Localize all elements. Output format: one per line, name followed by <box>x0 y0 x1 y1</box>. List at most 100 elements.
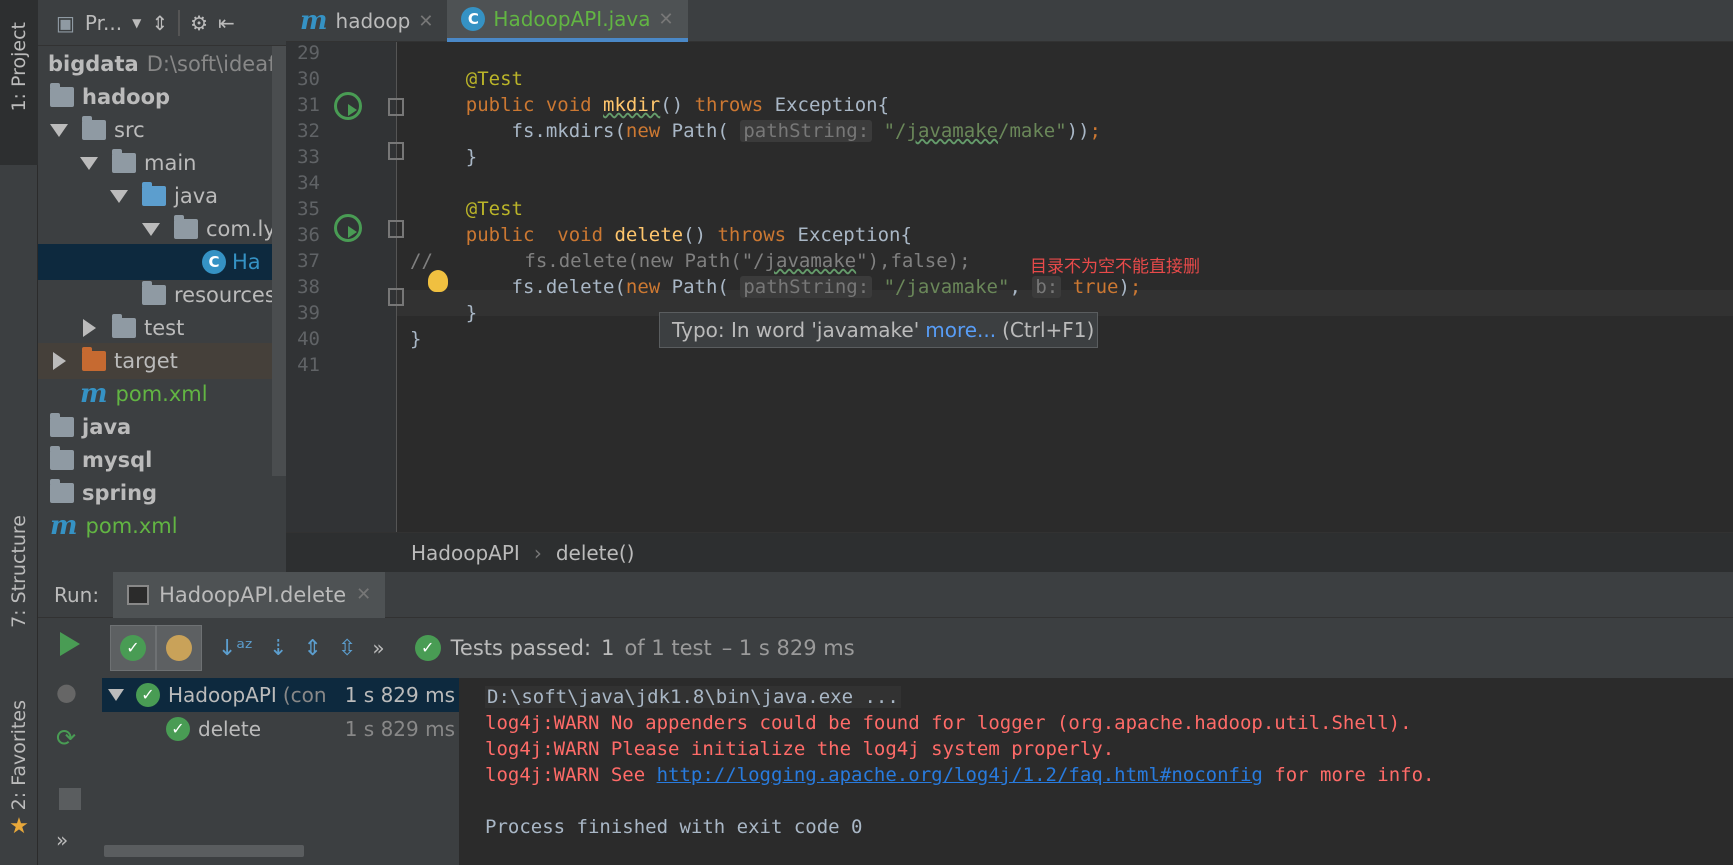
chevron-down-icon[interactable] <box>110 189 128 203</box>
chevron-right-icon: › <box>533 540 542 565</box>
tree-item-folder[interactable]: src <box>38 112 286 148</box>
lightbulb-icon[interactable] <box>428 270 448 292</box>
test-tree-scrollbar[interactable] <box>104 845 304 857</box>
code-editor[interactable]: 29 30 31 32 33 34 35 36 37 38 39 40 41 @Test public … <box>286 42 1733 532</box>
fold-icon[interactable] <box>388 98 404 116</box>
tooltip-more-link[interactable]: more... <box>925 318 996 342</box>
test-row[interactable]: ✓ HadoopAPI (con 1 s 829 ms <box>102 678 459 712</box>
line-number: 35 <box>297 198 320 220</box>
tree-item-folder[interactable]: main <box>38 145 286 181</box>
chevron-down-icon[interactable] <box>142 222 160 236</box>
chevron-down-icon[interactable] <box>80 156 98 170</box>
line-number: 31 <box>297 94 320 116</box>
console-command[interactable]: D:\soft\java\jdk1.8\bin\java.exe ... <box>485 686 901 708</box>
breadcrumb-method[interactable]: delete() <box>556 541 635 565</box>
project-scrollbar[interactable] <box>272 46 286 476</box>
breadcrumb-class[interactable]: HadoopAPI <box>411 541 520 565</box>
run-test-icon[interactable] <box>334 214 362 242</box>
ide-window: 1: Project 7: Structure 2: Favorites ★ ▣… <box>0 0 1733 865</box>
tree-item-maven[interactable]: m pom.xml <box>38 508 286 544</box>
hide-panel-icon[interactable]: ⇤ <box>218 11 235 35</box>
toggle-autotest-icon[interactable]: ⟳ <box>56 724 84 752</box>
collapse-all-icon[interactable]: ⇕ <box>151 11 168 35</box>
show-passed-button[interactable]: ✓ <box>110 625 156 671</box>
star-icon: ★ <box>9 814 29 840</box>
tab-hadoopapi[interactable]: C HadoopAPI.java ✕ <box>447 0 688 42</box>
console-line: log4j:WARN Please initialize the log4j s… <box>485 738 1115 760</box>
run-label: Run: <box>54 582 100 607</box>
run-test-icon[interactable] <box>334 92 362 120</box>
project-view-dropdown[interactable]: Pr... <box>85 11 122 35</box>
expand-all-icon[interactable]: ⇕ <box>304 636 322 661</box>
warn-suffix: for more info. <box>1262 764 1435 786</box>
tree-label: java <box>174 184 218 208</box>
collapse-all-icon[interactable]: ⇳ <box>338 636 356 661</box>
fold-icon[interactable] <box>388 142 404 160</box>
typo-tooltip: Typo: In word 'javamake' more... (Ctrl+F… <box>659 312 1098 348</box>
more-icon[interactable]: » <box>56 828 84 856</box>
rerun-failed-icon[interactable]: ● <box>56 678 84 706</box>
chevron-right-icon[interactable] <box>53 352 66 370</box>
tab-label: HadoopAPI.java <box>493 7 651 31</box>
tree-item-module[interactable]: mysql <box>38 442 286 478</box>
close-icon[interactable]: ✕ <box>356 584 371 605</box>
chevron-down-icon[interactable] <box>108 689 124 701</box>
stop-icon[interactable] <box>59 788 81 810</box>
run-panel-header: Run: HadoopAPI.delete ✕ <box>38 571 1733 618</box>
fold-icon[interactable] <box>388 288 404 306</box>
show-ignored-button[interactable] <box>156 625 202 671</box>
more-icon[interactable]: » <box>372 636 384 660</box>
chevron-down-icon[interactable] <box>50 123 68 137</box>
console-line: log4j:WARN See http://logging.apache.org… <box>485 764 1434 786</box>
sort-duration-icon[interactable]: ⇣ <box>269 636 287 661</box>
tree-item-module[interactable]: hadoop <box>38 79 286 115</box>
close-icon[interactable]: ✕ <box>418 11 433 32</box>
tree-label: java <box>82 415 132 439</box>
tree-item-class[interactable]: C Ha <box>38 244 286 280</box>
tree-label: src <box>114 118 145 142</box>
project-tool-tab[interactable]: 1: Project <box>0 0 38 165</box>
tree-item-module[interactable]: java <box>38 409 286 445</box>
line-number: 33 <box>297 146 320 168</box>
tree-item-excluded[interactable]: target <box>38 343 286 379</box>
tree-item-resources[interactable]: resources <box>38 277 286 313</box>
tree-item-source[interactable]: java <box>38 178 286 214</box>
tooltip-text: Typo: In word 'javamake' <box>672 318 920 342</box>
favorites-tool-tab[interactable]: 2: Favorites ★ <box>0 700 38 850</box>
check-icon: ✓ <box>414 635 441 661</box>
tree-item-folder[interactable]: test <box>38 310 286 346</box>
chevron-down-icon[interactable]: ▼ <box>132 16 141 30</box>
fold-icon[interactable] <box>388 220 404 238</box>
tree-label: spring <box>82 481 158 505</box>
line-number: 39 <box>297 302 320 324</box>
tree-item-maven[interactable]: m pom.xml <box>38 376 286 412</box>
test-row[interactable]: ✓ delete 1 s 829 ms <box>102 712 459 746</box>
tab-hadoop[interactable]: m hadoop ✕ <box>286 0 447 42</box>
code-line: } <box>420 146 478 168</box>
test-time: 1 s 829 ms <box>344 717 455 741</box>
class-icon: C <box>461 7 486 31</box>
project-view-icon: ▣ <box>56 10 75 35</box>
tree-item-package[interactable]: com.ly <box>38 211 286 247</box>
tree-label: hadoop <box>82 85 171 109</box>
line-number: 32 <box>297 120 320 142</box>
code-line: @Test <box>420 68 523 90</box>
maven-icon: m <box>50 511 78 541</box>
run-tab[interactable]: HadoopAPI.delete ✕ <box>113 571 386 618</box>
structure-tool-tab[interactable]: 7: Structure <box>0 515 38 665</box>
gear-icon[interactable]: ⚙ <box>190 11 208 35</box>
tree-item-module[interactable]: spring <box>38 475 286 511</box>
close-icon[interactable]: ✕ <box>658 9 673 30</box>
console-output[interactable]: D:\soft\java\jdk1.8\bin\java.exe ... log… <box>461 678 1733 865</box>
sort-alpha-icon[interactable]: ↓ᵃᶻ <box>218 636 253 661</box>
folder-icon <box>82 116 106 140</box>
project-panel: ▣ Pr... ▼ ⇕ ⚙ ⇤ bigdata D:\soft\ideafil … <box>38 0 286 572</box>
chevron-right-icon[interactable] <box>83 319 96 337</box>
status-duration: – 1 s 829 ms <box>721 636 855 660</box>
run-config-icon <box>127 584 150 605</box>
console-link[interactable]: http://logging.apache.org/log4j/1.2/faq.… <box>657 764 1263 786</box>
code-line: } <box>410 328 422 350</box>
tree-item-root[interactable]: bigdata D:\soft\ideafil <box>38 46 286 82</box>
comment-note: 目录不为空不能直接删 <box>1030 257 1200 277</box>
rerun-icon[interactable] <box>60 632 80 656</box>
